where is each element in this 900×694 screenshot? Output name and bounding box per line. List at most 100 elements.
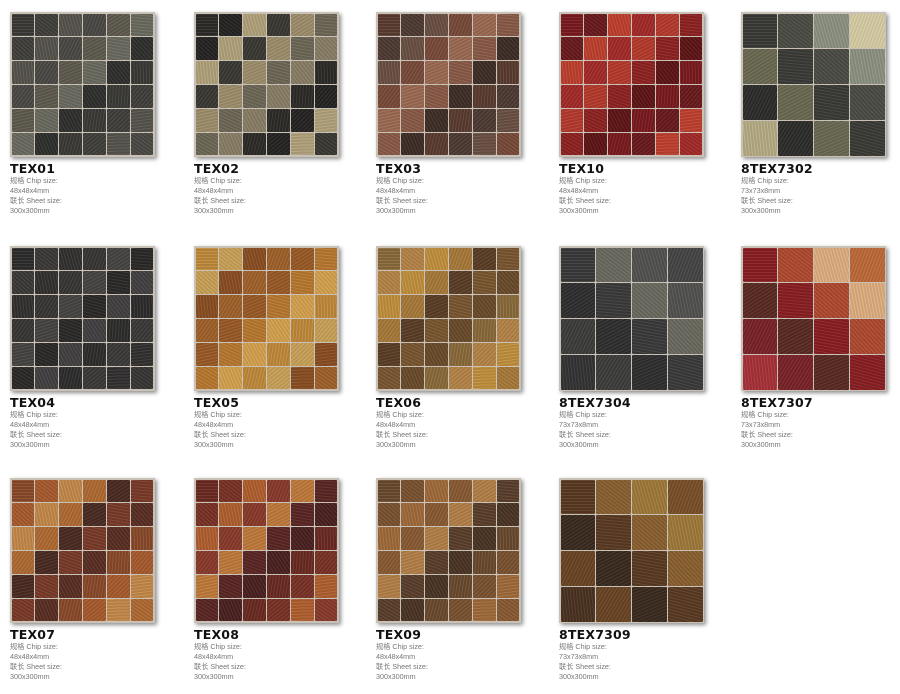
mosaic-chip	[560, 85, 583, 108]
mosaic-chip	[35, 61, 58, 84]
mosaic-chip	[473, 367, 496, 390]
product-card: 8TEX7304 规格 Chip size: 73x73x8mm 联长 Shee…	[559, 246, 709, 450]
mosaic-chip	[59, 109, 82, 132]
mosaic-swatch	[194, 478, 339, 623]
product-card: TEX04 规格 Chip size: 48x48x4mm 联长 Sheet s…	[10, 246, 160, 450]
mosaic-chip	[315, 247, 338, 270]
sheet-size-value: 300x300mm	[194, 206, 234, 215]
mosaic-chip	[83, 551, 106, 574]
mosaic-chip	[632, 61, 655, 84]
mosaic-chip	[291, 551, 314, 574]
product-card: TEX02 规格 Chip size: 48x48x4mm 联长 Sheet s…	[194, 12, 344, 216]
mosaic-swatch	[559, 12, 704, 157]
mosaic-chip	[608, 13, 631, 36]
mosaic-chip	[377, 551, 400, 574]
mosaic-chip	[497, 109, 520, 132]
mosaic-chip	[497, 479, 520, 502]
mosaic-chip	[560, 319, 595, 354]
mosaic-chip	[83, 575, 106, 598]
mosaic-chip	[11, 271, 34, 294]
mosaic-chip	[401, 133, 424, 156]
mosaic-chip	[680, 61, 703, 84]
mosaic-chip	[425, 343, 448, 366]
mosaic-chip	[195, 85, 218, 108]
sheet-size-label: 联长 Sheet size:	[376, 662, 428, 671]
mosaic-chip	[668, 515, 703, 550]
mosaic-chip	[83, 85, 106, 108]
mosaic-chip	[107, 343, 130, 366]
mosaic-chip	[425, 527, 448, 550]
mosaic-chip	[473, 551, 496, 574]
product-code: TEX04	[10, 395, 56, 410]
mosaic-chip	[59, 319, 82, 342]
chip-size-label: 规格 Chip size:	[559, 410, 607, 419]
mosaic-chip	[473, 575, 496, 598]
mosaic-chip	[473, 295, 496, 318]
product-code: TEX02	[194, 161, 240, 176]
mosaic-chip	[83, 479, 106, 502]
mosaic-chip	[449, 37, 472, 60]
mosaic-chip	[742, 13, 777, 48]
product-card: 8TEX7309 规格 Chip size: 73x73x8mm 联长 Shee…	[559, 478, 709, 682]
mosaic-chip	[814, 121, 849, 156]
chip-size-value: 48x48x4mm	[10, 420, 50, 429]
mosaic-chip	[377, 13, 400, 36]
mosaic-chip	[315, 551, 338, 574]
chip-size-value: 48x48x4mm	[10, 652, 50, 661]
mosaic-chip	[560, 587, 595, 622]
mosaic-chip	[473, 503, 496, 526]
mosaic-chip	[850, 13, 885, 48]
product-code: TEX03	[376, 161, 422, 176]
mosaic-chip	[814, 13, 849, 48]
mosaic-chip	[680, 85, 703, 108]
sheet-size-value: 300x300mm	[741, 206, 781, 215]
mosaic-chip	[425, 319, 448, 342]
mosaic-chip	[608, 85, 631, 108]
mosaic-chip	[850, 283, 885, 318]
mosaic-chip	[473, 319, 496, 342]
sheet-size-value: 300x300mm	[194, 440, 234, 449]
mosaic-chip	[243, 551, 266, 574]
mosaic-chip	[83, 503, 106, 526]
mosaic-chip	[219, 13, 242, 36]
mosaic-chip	[632, 283, 667, 318]
mosaic-chip	[291, 37, 314, 60]
mosaic-chip	[107, 479, 130, 502]
chip-size-value: 48x48x4mm	[194, 420, 234, 429]
mosaic-chip	[632, 247, 667, 282]
mosaic-chip	[473, 599, 496, 622]
mosaic-chip	[11, 247, 34, 270]
mosaic-chip	[315, 133, 338, 156]
mosaic-chip	[35, 295, 58, 318]
mosaic-chip	[291, 61, 314, 84]
mosaic-chip	[596, 551, 631, 586]
mosaic-chip	[59, 343, 82, 366]
mosaic-chip	[814, 355, 849, 390]
mosaic-chip	[401, 319, 424, 342]
product-card: TEX07 规格 Chip size: 48x48x4mm 联长 Sheet s…	[10, 478, 160, 682]
chip-size-label: 规格 Chip size:	[376, 176, 424, 185]
mosaic-chip	[83, 109, 106, 132]
mosaic-chip	[195, 13, 218, 36]
mosaic-chip	[425, 37, 448, 60]
mosaic-chip	[267, 109, 290, 132]
mosaic-chip	[35, 503, 58, 526]
mosaic-chip	[315, 599, 338, 622]
mosaic-chip	[267, 37, 290, 60]
mosaic-chip	[11, 551, 34, 574]
mosaic-chip	[814, 247, 849, 282]
mosaic-chip	[497, 85, 520, 108]
sheet-size-label: 联长 Sheet size:	[10, 430, 62, 439]
mosaic-chip	[267, 503, 290, 526]
mosaic-chip	[584, 85, 607, 108]
mosaic-chip	[59, 599, 82, 622]
mosaic-chip	[59, 133, 82, 156]
mosaic-swatch	[559, 246, 704, 391]
mosaic-chip	[243, 575, 266, 598]
mosaic-chip	[377, 247, 400, 270]
chip-size-value: 73x73x8mm	[559, 652, 599, 661]
mosaic-chip	[107, 37, 130, 60]
chip-size-value: 48x48x4mm	[194, 186, 234, 195]
mosaic-chip	[195, 551, 218, 574]
mosaic-chip	[425, 13, 448, 36]
